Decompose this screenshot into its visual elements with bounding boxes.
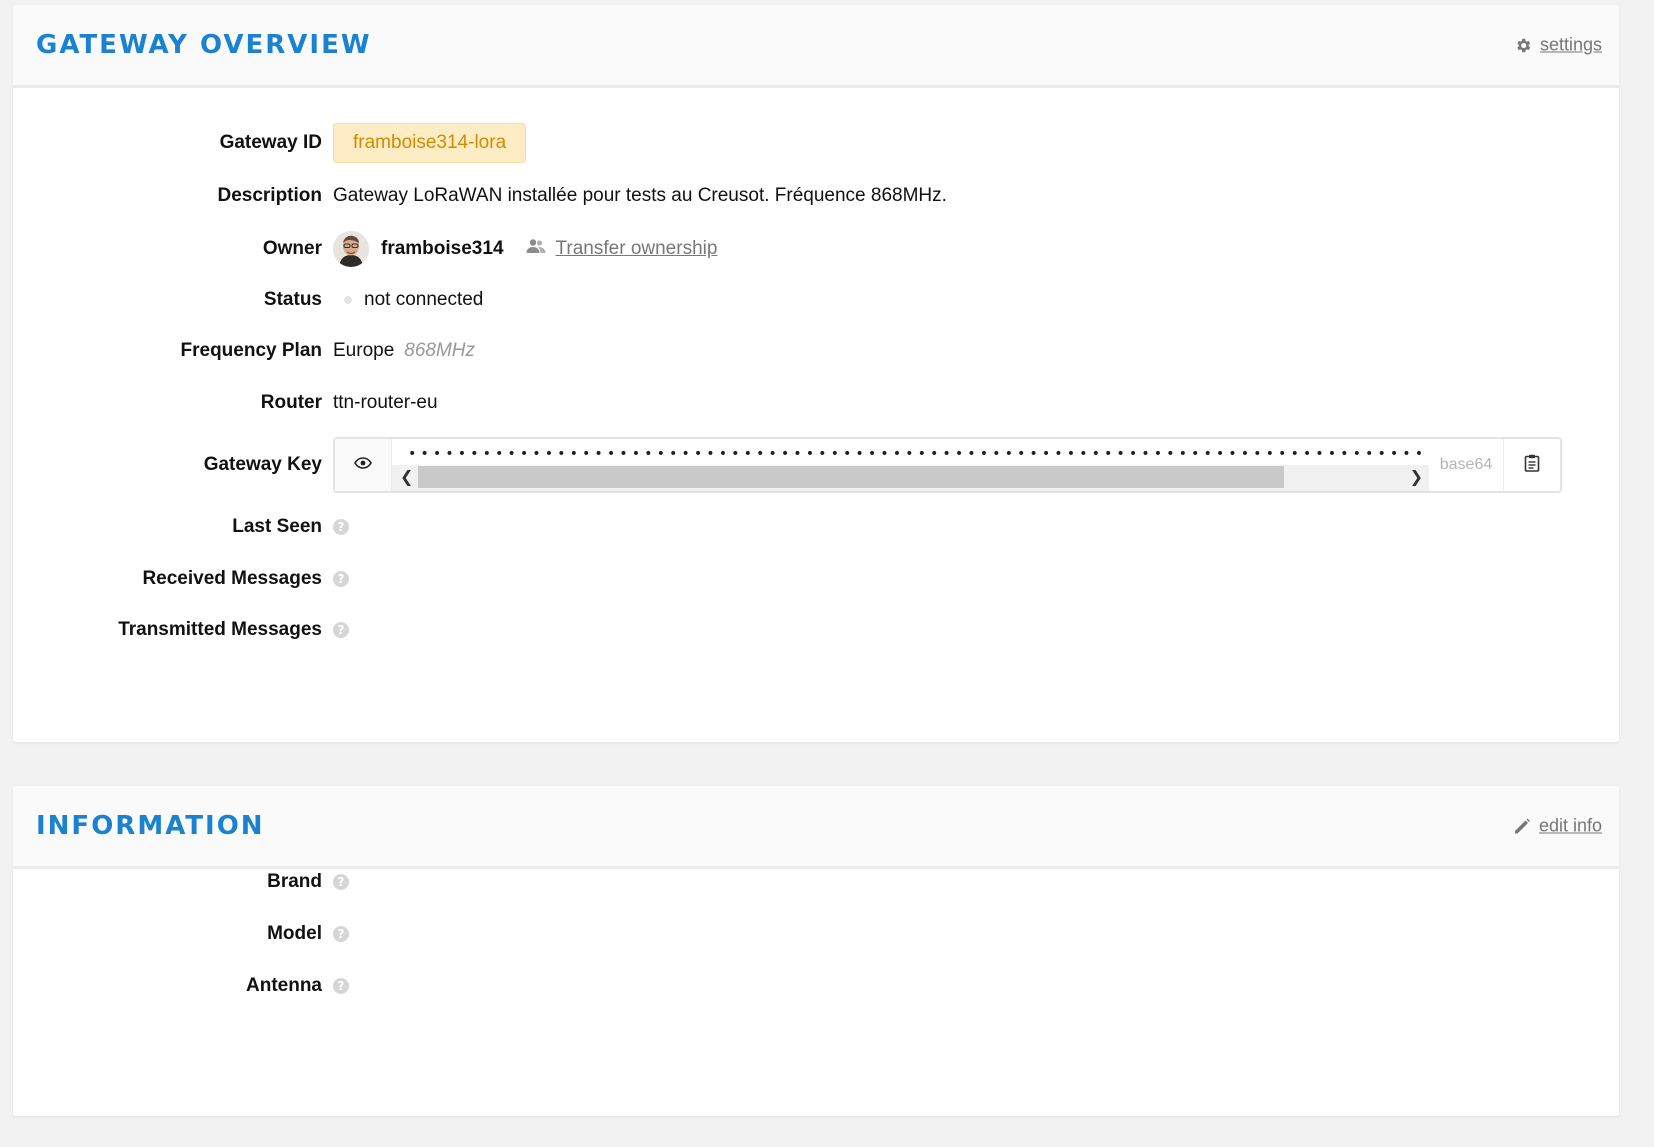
gateway-id-badge: framboise314-lora	[333, 123, 527, 163]
description-label: Description	[217, 185, 322, 206]
model-label: Model	[267, 923, 322, 944]
pencil-icon	[1513, 817, 1531, 835]
frequency-plan-band: 868MHz	[404, 340, 476, 361]
help-icon[interactable]: ?	[333, 926, 349, 942]
last-seen-row: Last Seen ?	[13, 507, 1619, 547]
frequency-plan-label: Frequency Plan	[180, 340, 323, 361]
antenna-row: Antenna ?	[13, 966, 1619, 1006]
owner-label: Owner	[262, 238, 322, 259]
received-messages-label: Received Messages	[142, 568, 322, 589]
transfer-ownership-link[interactable]: Transfer ownership	[526, 238, 718, 260]
description-value: Gateway LoRaWAN installée pour tests au …	[333, 185, 947, 206]
gateway-key-row: Gateway Key ••••••••••••••••••••••••••••…	[13, 437, 1619, 493]
received-messages-row: Received Messages ?	[13, 559, 1619, 599]
frequency-plan-row: Frequency Plan Europe 868MHz	[13, 331, 1619, 371]
status-value: not connected	[364, 289, 484, 310]
scroll-right-icon[interactable]: ❯	[1410, 467, 1423, 486]
show-key-button[interactable]	[335, 439, 392, 491]
panel-header: GATEWAY OVERVIEW settings	[13, 5, 1619, 88]
gateway-key-field: ••••••••••••••••••••••••••••••••••••••••…	[333, 437, 1562, 493]
frequency-plan-value: Europe	[333, 340, 395, 361]
settings-label[interactable]: settings	[1540, 35, 1602, 56]
status-indicator	[344, 296, 352, 304]
gateway-overview-panel: GATEWAY OVERVIEW settings Gateway ID fra…	[13, 5, 1619, 742]
transfer-ownership-label[interactable]: Transfer ownership	[556, 238, 718, 260]
description-row: Description Gateway LoRaWAN installée po…	[13, 176, 1619, 216]
brand-row: Brand ?	[13, 862, 1619, 902]
panel-header: INFORMATION edit info	[13, 786, 1619, 869]
key-format-toggle[interactable]: base64	[1429, 439, 1503, 491]
help-icon[interactable]: ?	[333, 978, 349, 994]
copy-key-button[interactable]	[1503, 439, 1560, 491]
router-value: ttn-router-eu	[333, 392, 438, 413]
owner-row: Owner framboise314 Transfer ownership	[13, 229, 1619, 269]
help-icon[interactable]: ?	[333, 571, 349, 587]
last-seen-label: Last Seen	[232, 516, 322, 537]
scroll-left-icon[interactable]: ❮	[400, 467, 413, 486]
edit-info-link[interactable]: edit info	[1513, 816, 1602, 837]
horizontal-scrollbar[interactable]: ❮ ❯	[392, 465, 1429, 491]
panel-title: INFORMATION	[36, 811, 265, 841]
status-row: Status not connected	[13, 280, 1619, 320]
help-icon[interactable]: ?	[333, 519, 349, 535]
information-panel: INFORMATION edit info Brand ? Model ? An…	[13, 786, 1619, 1116]
help-icon[interactable]: ?	[333, 874, 349, 890]
settings-link[interactable]: settings	[1514, 35, 1602, 56]
owner-username[interactable]: framboise314	[381, 238, 504, 260]
antenna-label: Antenna	[246, 975, 322, 996]
help-icon[interactable]: ?	[333, 622, 349, 638]
transmitted-messages-row: Transmitted Messages ?	[13, 610, 1619, 650]
gateway-key-value-area[interactable]: ••••••••••••••••••••••••••••••••••••••••…	[392, 439, 1429, 491]
eye-icon	[354, 456, 372, 474]
users-icon	[526, 238, 546, 260]
model-row: Model ?	[13, 914, 1619, 954]
avatar	[333, 231, 369, 267]
router-row: Router ttn-router-eu	[13, 383, 1619, 423]
gear-icon	[1514, 36, 1532, 54]
clipboard-icon	[1524, 454, 1540, 477]
router-label: Router	[260, 392, 322, 413]
gateway-key-label: Gateway Key	[203, 454, 322, 475]
transmitted-messages-label: Transmitted Messages	[118, 619, 322, 640]
gateway-id-row: Gateway ID framboise314-lora	[13, 123, 1619, 163]
gateway-key-masked: ••••••••••••••••••••••••••••••••••••••••…	[408, 447, 1429, 461]
panel-title: GATEWAY OVERVIEW	[36, 30, 372, 60]
status-label: Status	[263, 289, 322, 310]
gateway-id-label: Gateway ID	[219, 132, 322, 153]
edit-info-label[interactable]: edit info	[1539, 816, 1602, 837]
scrollbar-thumb[interactable]	[418, 466, 1284, 488]
brand-label: Brand	[267, 871, 322, 892]
